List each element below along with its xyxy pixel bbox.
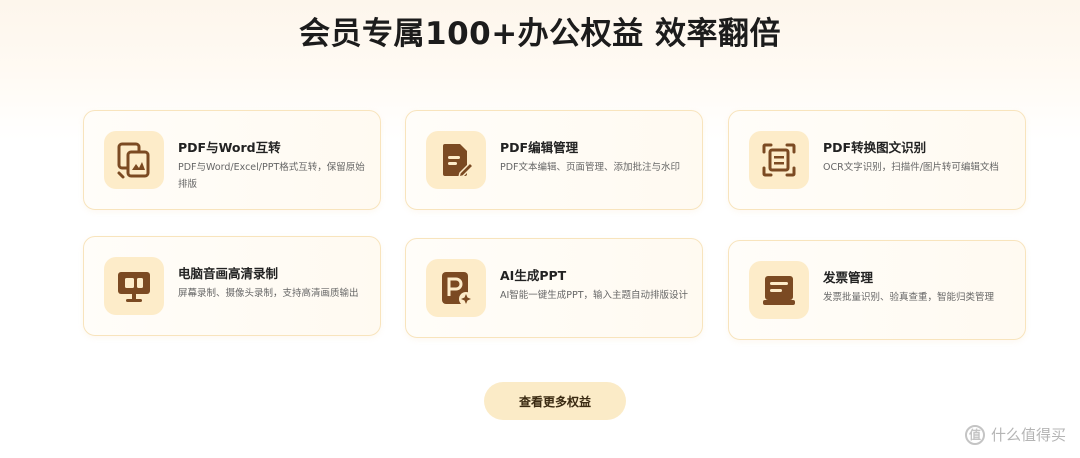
icon-container [104,257,164,315]
icon-container [426,259,486,317]
icon-container [749,261,809,319]
icon-container [749,131,809,189]
icon-container [104,131,164,189]
ai-ppt-icon [442,272,473,306]
invoice-manage-icon [763,276,795,305]
ocr-scan-icon [762,143,796,177]
icon-container [426,131,486,189]
card-title: 电脑音画高清录制 [178,266,279,281]
card-title: PDF转换图文识别 [823,140,927,155]
card-title: 发票管理 [823,270,874,285]
view-more-benefits-button[interactable]: 查看更多权益 [484,382,626,420]
smzdm-logo-icon: 值 [964,424,985,445]
card-description: OCR文字识别，扫描件/图片转可编辑文档 [823,162,999,173]
card-ocr[interactable]: PDF转换图文识别 OCR文字识别，扫描件/图片转可编辑文档 [728,110,1026,210]
card-title: PDF编辑管理 [500,140,579,155]
card-description: PDF与Word/Excel/PPT格式互转，保留原始排版 [178,162,365,190]
card-ai-ppt[interactable]: AI生成PPT AI智能一键生成PPT，输入主题自动排版设计 [405,238,703,338]
pdf-word-convert-icon [117,142,150,179]
watermark-text: 什么值得买 [990,426,1066,444]
card-title: AI生成PPT [500,268,567,283]
card-pdf-word-convert[interactable]: PDF与Word互转 PDF与Word/Excel/PPT格式互转，保留原始排版 [83,110,381,210]
pdf-edit-icon [443,144,475,179]
card-pdf-edit[interactable]: PDF编辑管理 PDF文本编辑、页面管理、添加批注与水印 [405,110,703,210]
card-description: PDF文本编辑、页面管理、添加批注与水印 [500,162,681,173]
watermark: 值 什么值得买 [964,424,1066,445]
card-description: 发票批量识别、验真查重，智能归类管理 [823,292,995,303]
card-invoice[interactable]: 发票管理 发票批量识别、验真查重，智能归类管理 [728,240,1026,340]
card-description: AI智能一键生成PPT，输入主题自动排版设计 [500,290,689,301]
page-title: 会员专属100+办公权益 效率翻倍 [299,16,781,52]
card-description: 屏幕录制、摄像头录制，支持高清画质输出 [178,288,359,299]
screen-record-icon [118,272,150,302]
card-title: PDF与Word互转 [178,140,281,155]
card-screen-record[interactable]: 电脑音画高清录制 屏幕录制、摄像头录制，支持高清画质输出 [83,236,381,336]
